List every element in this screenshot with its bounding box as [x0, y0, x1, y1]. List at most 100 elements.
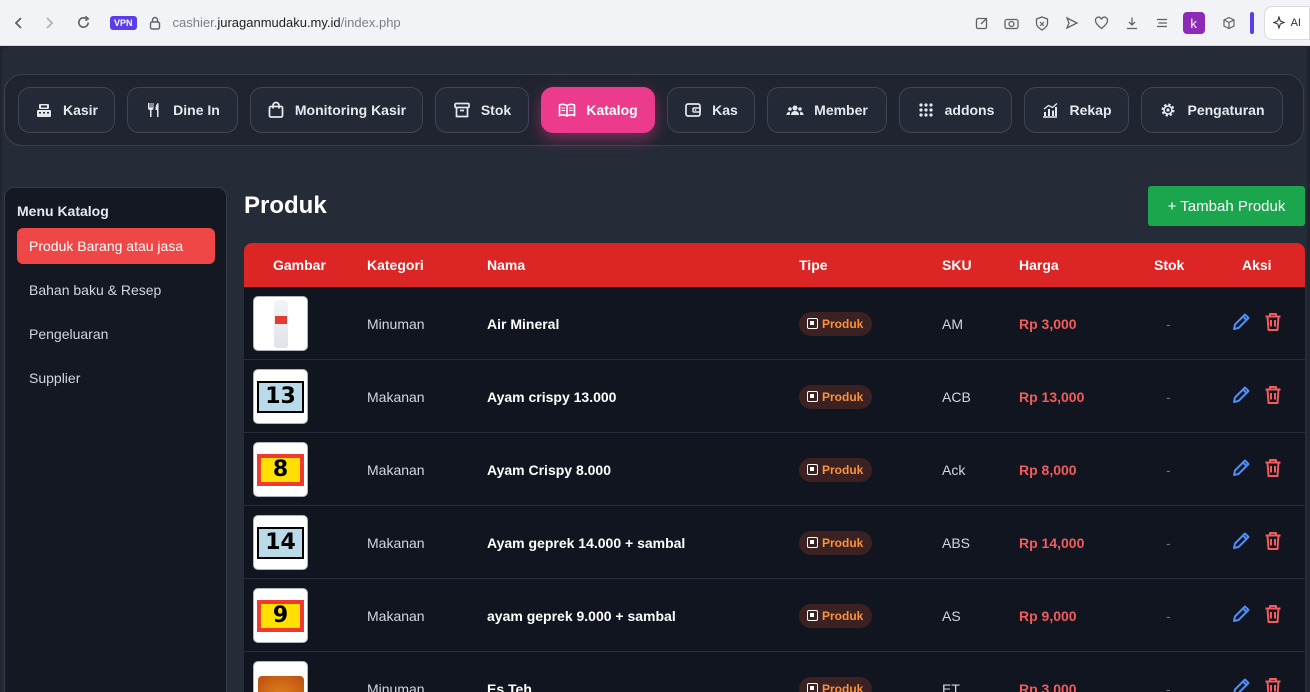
- column-header-tipe: Tipe: [799, 257, 828, 273]
- nav-rekap[interactable]: Rekap: [1024, 87, 1129, 133]
- trash-icon[interactable]: [1262, 311, 1284, 333]
- edit-icon[interactable]: [1230, 603, 1252, 625]
- edit-icon[interactable]: [1230, 457, 1252, 479]
- nav-dine-in[interactable]: Dine In: [127, 87, 238, 133]
- edit-icon[interactable]: [1230, 676, 1252, 692]
- sidebar-item-supplier[interactable]: Supplier: [17, 360, 215, 396]
- water-bottle-image: [253, 296, 308, 351]
- cell-sku: Ack: [942, 461, 966, 478]
- table-row[interactable]: 8 Makanan Ayam Crispy 8.000 Produk Ack R…: [244, 433, 1305, 506]
- sidebar-title: Menu Katalog: [17, 203, 109, 219]
- nav-label: Kasir: [62, 102, 99, 118]
- trash-icon[interactable]: [1262, 603, 1284, 625]
- nav-label: addons: [944, 102, 995, 118]
- product-icon: [807, 610, 818, 621]
- product-icon: [807, 318, 818, 329]
- sparkle-icon: [1272, 16, 1286, 30]
- nav-pengaturan[interactable]: Pengaturan: [1141, 87, 1283, 133]
- cell-nama: Ayam crispy 13.000: [487, 388, 617, 405]
- profile-avatar[interactable]: k: [1182, 12, 1205, 34]
- ai-button[interactable]: AI: [1263, 6, 1310, 40]
- table-row[interactable]: Minuman Es Teh Produk ET Rp 3,000 -: [244, 652, 1305, 692]
- table-header: Gambar Kategori Nama Tipe SKU Harga Stok…: [244, 243, 1305, 287]
- table-row[interactable]: 13 Makanan Ayam crispy 13.000 Produk ACB…: [244, 360, 1305, 433]
- back-icon[interactable]: [8, 12, 30, 34]
- cell-harga: Rp 9,000: [1019, 607, 1077, 624]
- table-row[interactable]: Minuman Air Mineral Produk AM Rp 3,000 -: [244, 287, 1305, 360]
- catalog-sidebar: Menu Katalog Produk Barang atau jasa Bah…: [4, 187, 227, 692]
- edit-icon[interactable]: [1230, 530, 1252, 552]
- forward-icon[interactable]: [38, 12, 60, 34]
- nav-kasir[interactable]: Kasir: [18, 87, 115, 133]
- trash-icon[interactable]: [1262, 530, 1284, 552]
- utensils-icon: [148, 103, 159, 117]
- trash-icon[interactable]: [1262, 676, 1284, 692]
- product-table: Gambar Kategori Nama Tipe SKU Harga Stok…: [244, 243, 1305, 692]
- badge-label: Produk: [822, 389, 864, 404]
- cell-sku: AS: [942, 607, 961, 624]
- cell-tipe: Produk: [799, 652, 873, 692]
- cell-nama: Es Teh: [487, 680, 532, 692]
- page-title: Produk: [244, 192, 327, 219]
- shield-icon[interactable]: [1032, 13, 1052, 33]
- nav-label: Stok: [480, 102, 512, 118]
- badge-label: Produk: [822, 681, 864, 692]
- image-number: 14: [257, 526, 304, 559]
- cash-register-icon: [36, 104, 51, 117]
- menu-lines-icon[interactable]: [1152, 13, 1172, 33]
- reload-icon[interactable]: [72, 12, 94, 34]
- type-badge: Produk: [799, 676, 873, 692]
- edit-icon[interactable]: [1230, 311, 1252, 333]
- download-icon[interactable]: [1122, 13, 1142, 33]
- iced-tea-image: [253, 661, 308, 692]
- badge-label: Produk: [822, 316, 864, 331]
- number-13-image: 13: [253, 369, 308, 424]
- column-header-kategori: Kategori: [367, 257, 424, 273]
- trash-icon[interactable]: [1262, 384, 1284, 406]
- nav-addons[interactable]: addons: [899, 87, 1012, 133]
- nav-monitoring-kasir[interactable]: Monitoring Kasir: [250, 87, 423, 133]
- top-navigation: Kasir Dine In Monitoring Kasir Stok Kata…: [4, 74, 1304, 146]
- url-path: /index.php: [340, 15, 401, 30]
- extensions-cube-icon[interactable]: [1219, 13, 1239, 33]
- nav-label: Rekap: [1069, 102, 1112, 118]
- nav-kas[interactable]: Kas: [667, 87, 755, 133]
- cell-stok: -: [1166, 315, 1171, 332]
- cell-sku: AM: [942, 315, 963, 332]
- vpn-badge[interactable]: VPN: [110, 15, 137, 30]
- trash-icon[interactable]: [1262, 457, 1284, 479]
- number-14-image: 14: [253, 515, 308, 570]
- table-row[interactable]: 9 Makanan ayam geprek 9.000 + sambal Pro…: [244, 579, 1305, 652]
- column-header-aksi: Aksi: [1242, 257, 1272, 273]
- users-icon: [786, 105, 804, 115]
- badge-label: Produk: [822, 608, 864, 623]
- sidebar-item-produk[interactable]: Produk Barang atau jasa: [17, 228, 215, 264]
- heart-icon[interactable]: [1092, 13, 1112, 33]
- address-bar[interactable]: cashier.juraganmudaku.my.id/index.php: [173, 15, 401, 30]
- nav-label: Dine In: [173, 102, 220, 118]
- cell-nama: Ayam geprek 14.000 + sambal: [487, 534, 686, 551]
- edit-page-icon[interactable]: [972, 13, 992, 33]
- column-header-harga: Harga: [1019, 257, 1059, 273]
- cell-harga: Rp 14,000: [1019, 534, 1085, 551]
- nav-member[interactable]: Member: [767, 87, 887, 133]
- nav-katalog[interactable]: Katalog: [541, 87, 655, 133]
- camera-icon[interactable]: [1002, 13, 1022, 33]
- send-icon[interactable]: [1062, 13, 1082, 33]
- column-header-nama: Nama: [487, 257, 526, 273]
- nav-label: Monitoring Kasir: [294, 102, 407, 118]
- cell-tipe: Produk: [799, 287, 873, 360]
- sidebar-item-pengeluaran[interactable]: Pengeluaran: [17, 316, 215, 352]
- sidebar-item-bahan-baku[interactable]: Bahan baku & Resep: [17, 272, 215, 308]
- browser-toolbar: VPN cashier.juraganmudaku.my.id/index.ph…: [0, 0, 1310, 46]
- table-row[interactable]: 14 Makanan Ayam geprek 14.000 + sambal P…: [244, 506, 1305, 579]
- cell-tipe: Produk: [799, 360, 873, 433]
- app-container: Kasir Dine In Monitoring Kasir Stok Kata…: [2, 47, 1307, 692]
- cell-tipe: Produk: [799, 506, 873, 579]
- nav-stok[interactable]: Stok: [435, 87, 529, 133]
- add-product-button[interactable]: + Tambah Produk: [1148, 186, 1305, 226]
- lock-icon[interactable]: [149, 16, 161, 30]
- edit-icon[interactable]: [1230, 384, 1252, 406]
- number-8-image: 8: [253, 442, 308, 497]
- number-9-image: 9: [253, 588, 308, 643]
